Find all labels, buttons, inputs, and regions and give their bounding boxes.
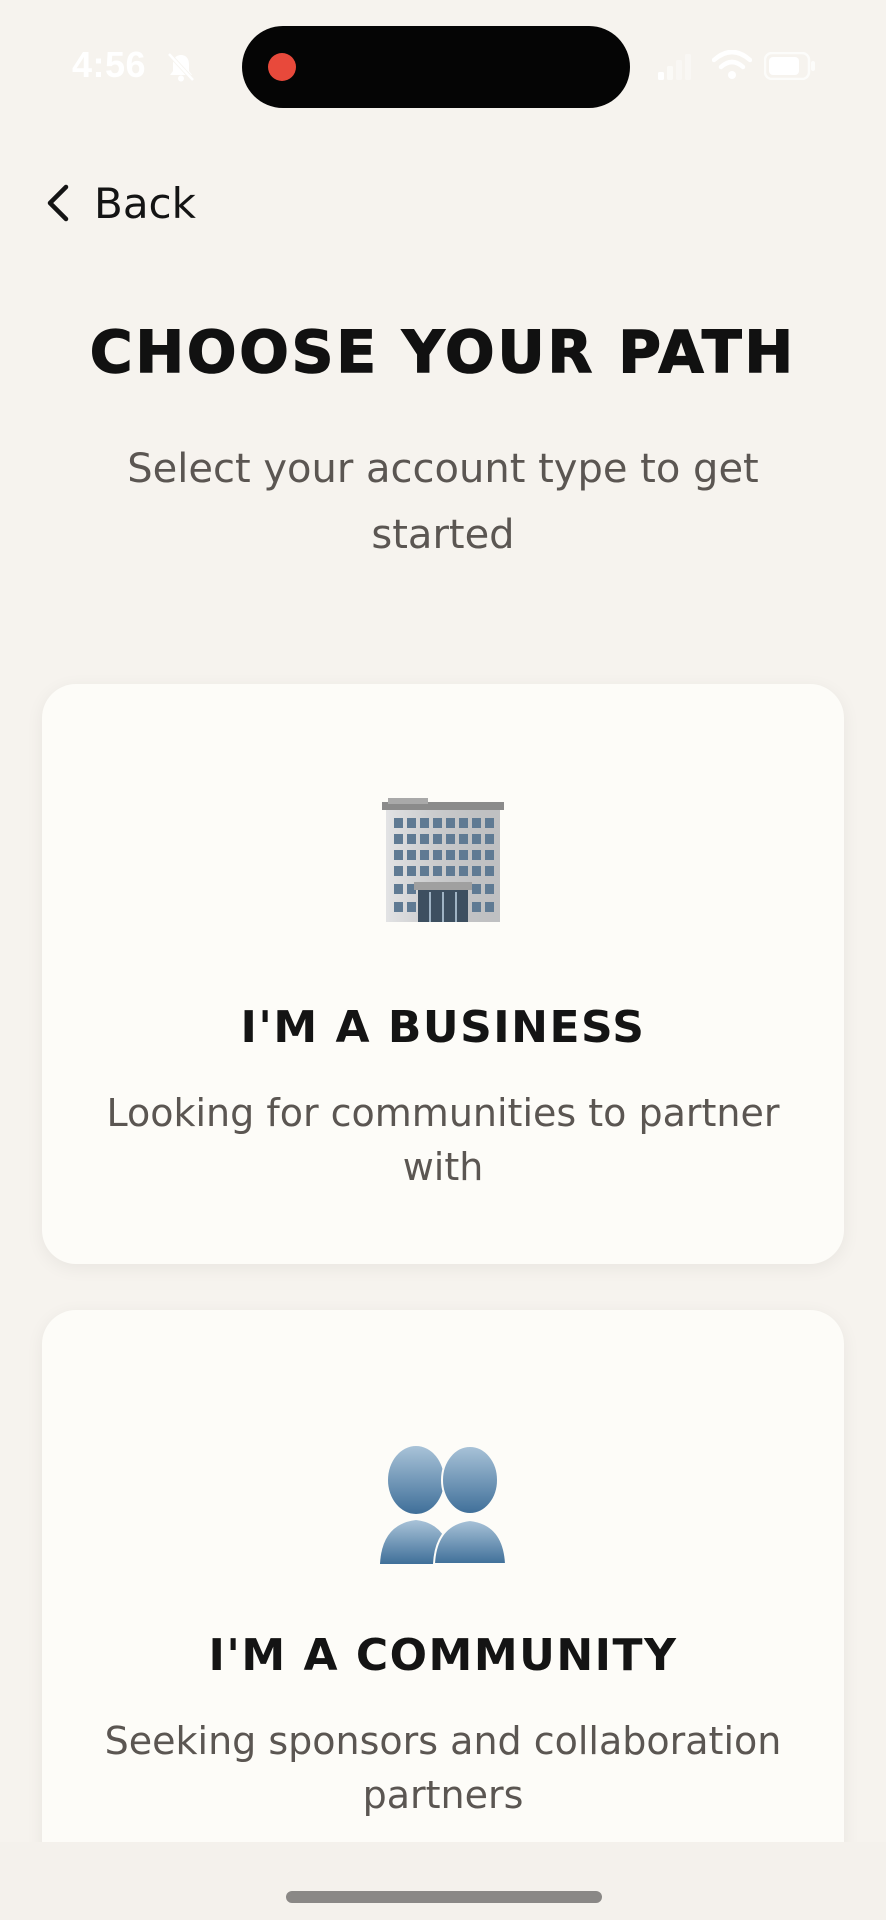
back-label: Back: [94, 178, 196, 228]
people-silhouette-icon: [380, 1445, 508, 1565]
status-bar: 4:56: [0, 0, 886, 130]
business-option-title: I'M A BUSINESS: [240, 1002, 646, 1053]
bell-muted-icon: [167, 52, 195, 82]
office-building-icon: [382, 798, 504, 922]
page-title: CHOOSE YOUR PATH: [89, 317, 797, 387]
business-option-description: Looking for communities to partner with: [106, 1091, 780, 1189]
community-option-card[interactable]: I'M A COMMUNITY Seeking sponsors and col…: [42, 1310, 844, 1920]
chevron-left-icon: [47, 184, 69, 222]
battery-icon: [764, 52, 815, 80]
community-option-title: I'M A COMMUNITY: [208, 1630, 678, 1681]
wifi-icon: [712, 50, 752, 79]
bottom-safe-area: [0, 1842, 886, 1920]
page-subtitle: Select your account type to get started: [127, 446, 759, 558]
back-button[interactable]: Back: [44, 172, 196, 234]
business-option-card[interactable]: I'M A BUSINESS Looking for communities t…: [42, 684, 844, 1264]
community-option-description: Seeking sponsors and collaboration partn…: [104, 1719, 782, 1817]
recording-indicator-icon: [268, 53, 296, 81]
dynamic-island: [242, 26, 630, 108]
status-time: 4:56: [72, 44, 147, 85]
home-indicator[interactable]: [286, 1891, 602, 1903]
cellular-signal-icon: [658, 54, 691, 80]
